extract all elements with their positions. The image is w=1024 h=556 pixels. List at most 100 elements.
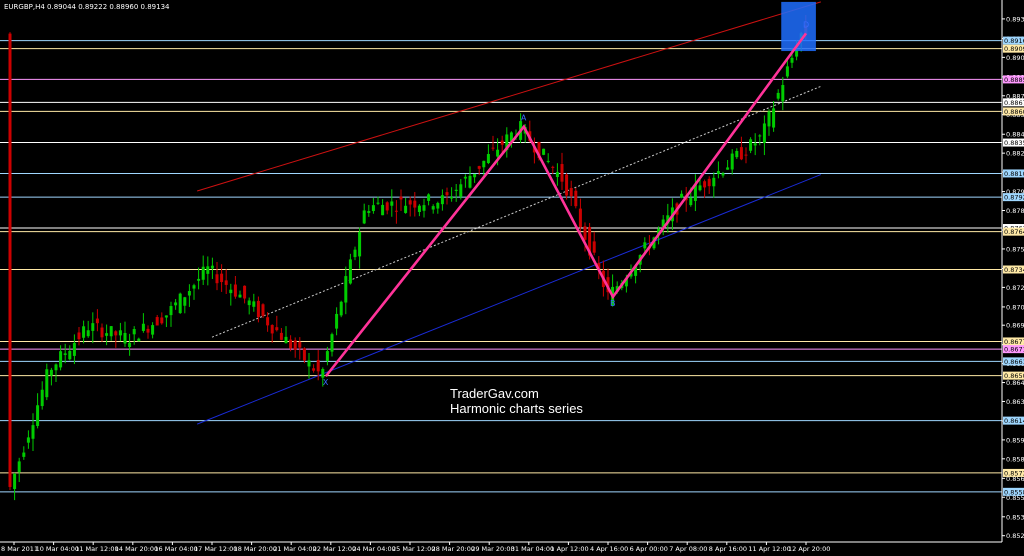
candle-body <box>486 154 490 164</box>
chart-title: EURGBP,H4 0.89044 0.89222 0.88960 0.8913… <box>4 3 170 11</box>
candle-body <box>753 143 757 146</box>
y-tick-label: 0.85235 <box>1006 532 1024 540</box>
candle-body <box>565 174 569 196</box>
candle-body <box>721 173 725 176</box>
candle-body <box>31 425 35 439</box>
level-tag-label: 0.86505 <box>1004 372 1024 380</box>
candle-body <box>703 181 707 188</box>
candle-body <box>422 205 426 211</box>
candle-body <box>431 206 435 210</box>
candle-body <box>767 111 771 127</box>
candle-body <box>399 196 403 200</box>
candle-body <box>698 185 702 191</box>
candle-body <box>17 461 21 473</box>
candle-body <box>201 266 205 280</box>
candle-body <box>247 300 251 306</box>
y-tick-label: 0.86905 <box>1006 322 1024 330</box>
x-tick-label: 14 Mar 20:00 <box>115 545 158 553</box>
candle-body <box>197 278 201 281</box>
candle-body <box>790 57 794 63</box>
candle-body <box>63 353 67 355</box>
level-tag-label: 0.88109 <box>1004 170 1024 178</box>
candle-body <box>546 160 550 162</box>
candle-body <box>95 318 99 324</box>
level-tag-label: 0.88855 <box>1004 76 1024 84</box>
candle-body <box>643 242 647 249</box>
candle-body <box>376 202 380 204</box>
candle-body <box>551 166 555 168</box>
candle-body <box>312 368 316 371</box>
channel-middle-line <box>211 85 822 338</box>
x-tick-label: 29 Mar 20:00 <box>471 545 514 553</box>
candle-body <box>13 473 17 490</box>
candle-body <box>40 389 44 407</box>
annotation-site: TraderGav.com <box>450 386 539 401</box>
candle-body <box>302 348 306 361</box>
candle-body <box>689 197 693 206</box>
candle-body <box>459 184 463 197</box>
harmonic-pattern: X A B D <box>323 20 809 387</box>
x-tick-label: 22 Mar 12:00 <box>313 545 356 553</box>
candle-body <box>36 405 40 426</box>
candle-body <box>114 331 118 336</box>
y-tick-label: 0.85995 <box>1006 436 1024 444</box>
candle-body <box>381 204 385 216</box>
candle-body <box>445 192 449 196</box>
candle-body <box>362 210 366 224</box>
candle-body <box>408 200 412 205</box>
candle-body <box>776 92 780 99</box>
candle-body <box>26 437 30 443</box>
x-tick-label: 6 Apr 00:00 <box>630 545 668 553</box>
candle-body <box>496 149 500 157</box>
level-tag-label: 0.88354 <box>1004 139 1024 147</box>
y-tick-label: 0.87050 <box>1006 303 1024 311</box>
pattern-point-a: A <box>521 114 527 123</box>
candle-body <box>77 332 81 340</box>
candle-body <box>192 285 196 289</box>
y-tick-label: 0.86300 <box>1006 398 1024 406</box>
candle-body <box>105 333 109 336</box>
candle-body <box>128 342 132 348</box>
candles <box>8 14 808 501</box>
candle-body <box>574 190 578 207</box>
candle-body <box>164 315 168 318</box>
chart-window: EURGBP,H4 0.89044 0.89222 0.88960 0.8913… <box>0 0 1024 556</box>
x-tick-label: 4 Apr 16:00 <box>590 545 628 553</box>
candle-body <box>284 336 288 344</box>
candle-body <box>358 232 362 257</box>
candle-body <box>707 178 711 187</box>
candle-body <box>316 359 320 372</box>
level-tag-label: 0.89163 <box>1004 37 1024 45</box>
candle-body <box>298 341 302 348</box>
candle-body <box>730 153 734 170</box>
y-tick-label: 0.87815 <box>1006 207 1024 215</box>
x-tick-label: 31 Mar 04:00 <box>511 545 554 553</box>
candle-body <box>45 369 49 398</box>
x-tick-label: 28 Mar 20:00 <box>432 545 475 553</box>
candle-body <box>371 205 375 212</box>
candle-body <box>321 369 325 378</box>
pattern-point-d: D <box>803 20 809 29</box>
candle-body <box>91 323 95 331</box>
time-axis: 8 Mar 201110 Mar 04:0011 Mar 12:0014 Mar… <box>1 542 830 553</box>
candle-body <box>385 202 389 211</box>
candle-body <box>482 160 486 168</box>
candle-body <box>109 326 113 337</box>
candle-body <box>712 177 716 187</box>
candle-body <box>440 195 444 205</box>
candle-body <box>183 297 187 306</box>
candle-body <box>256 300 260 318</box>
candle-body <box>82 326 86 338</box>
x-tick-label: 24 Mar 04:00 <box>352 545 395 553</box>
candle-body <box>680 193 684 198</box>
candle-body <box>413 200 417 208</box>
candle-body <box>155 317 159 326</box>
candle-body <box>583 226 587 240</box>
y-tick-label: 0.88420 <box>1006 131 1024 139</box>
candle-body <box>762 123 766 143</box>
candle-body <box>473 173 477 178</box>
level-tag-label: 0.87921 <box>1004 194 1024 202</box>
candle-body <box>367 211 371 213</box>
level-tag-label: 0.88601 <box>1004 108 1024 116</box>
candle-body <box>569 188 573 197</box>
